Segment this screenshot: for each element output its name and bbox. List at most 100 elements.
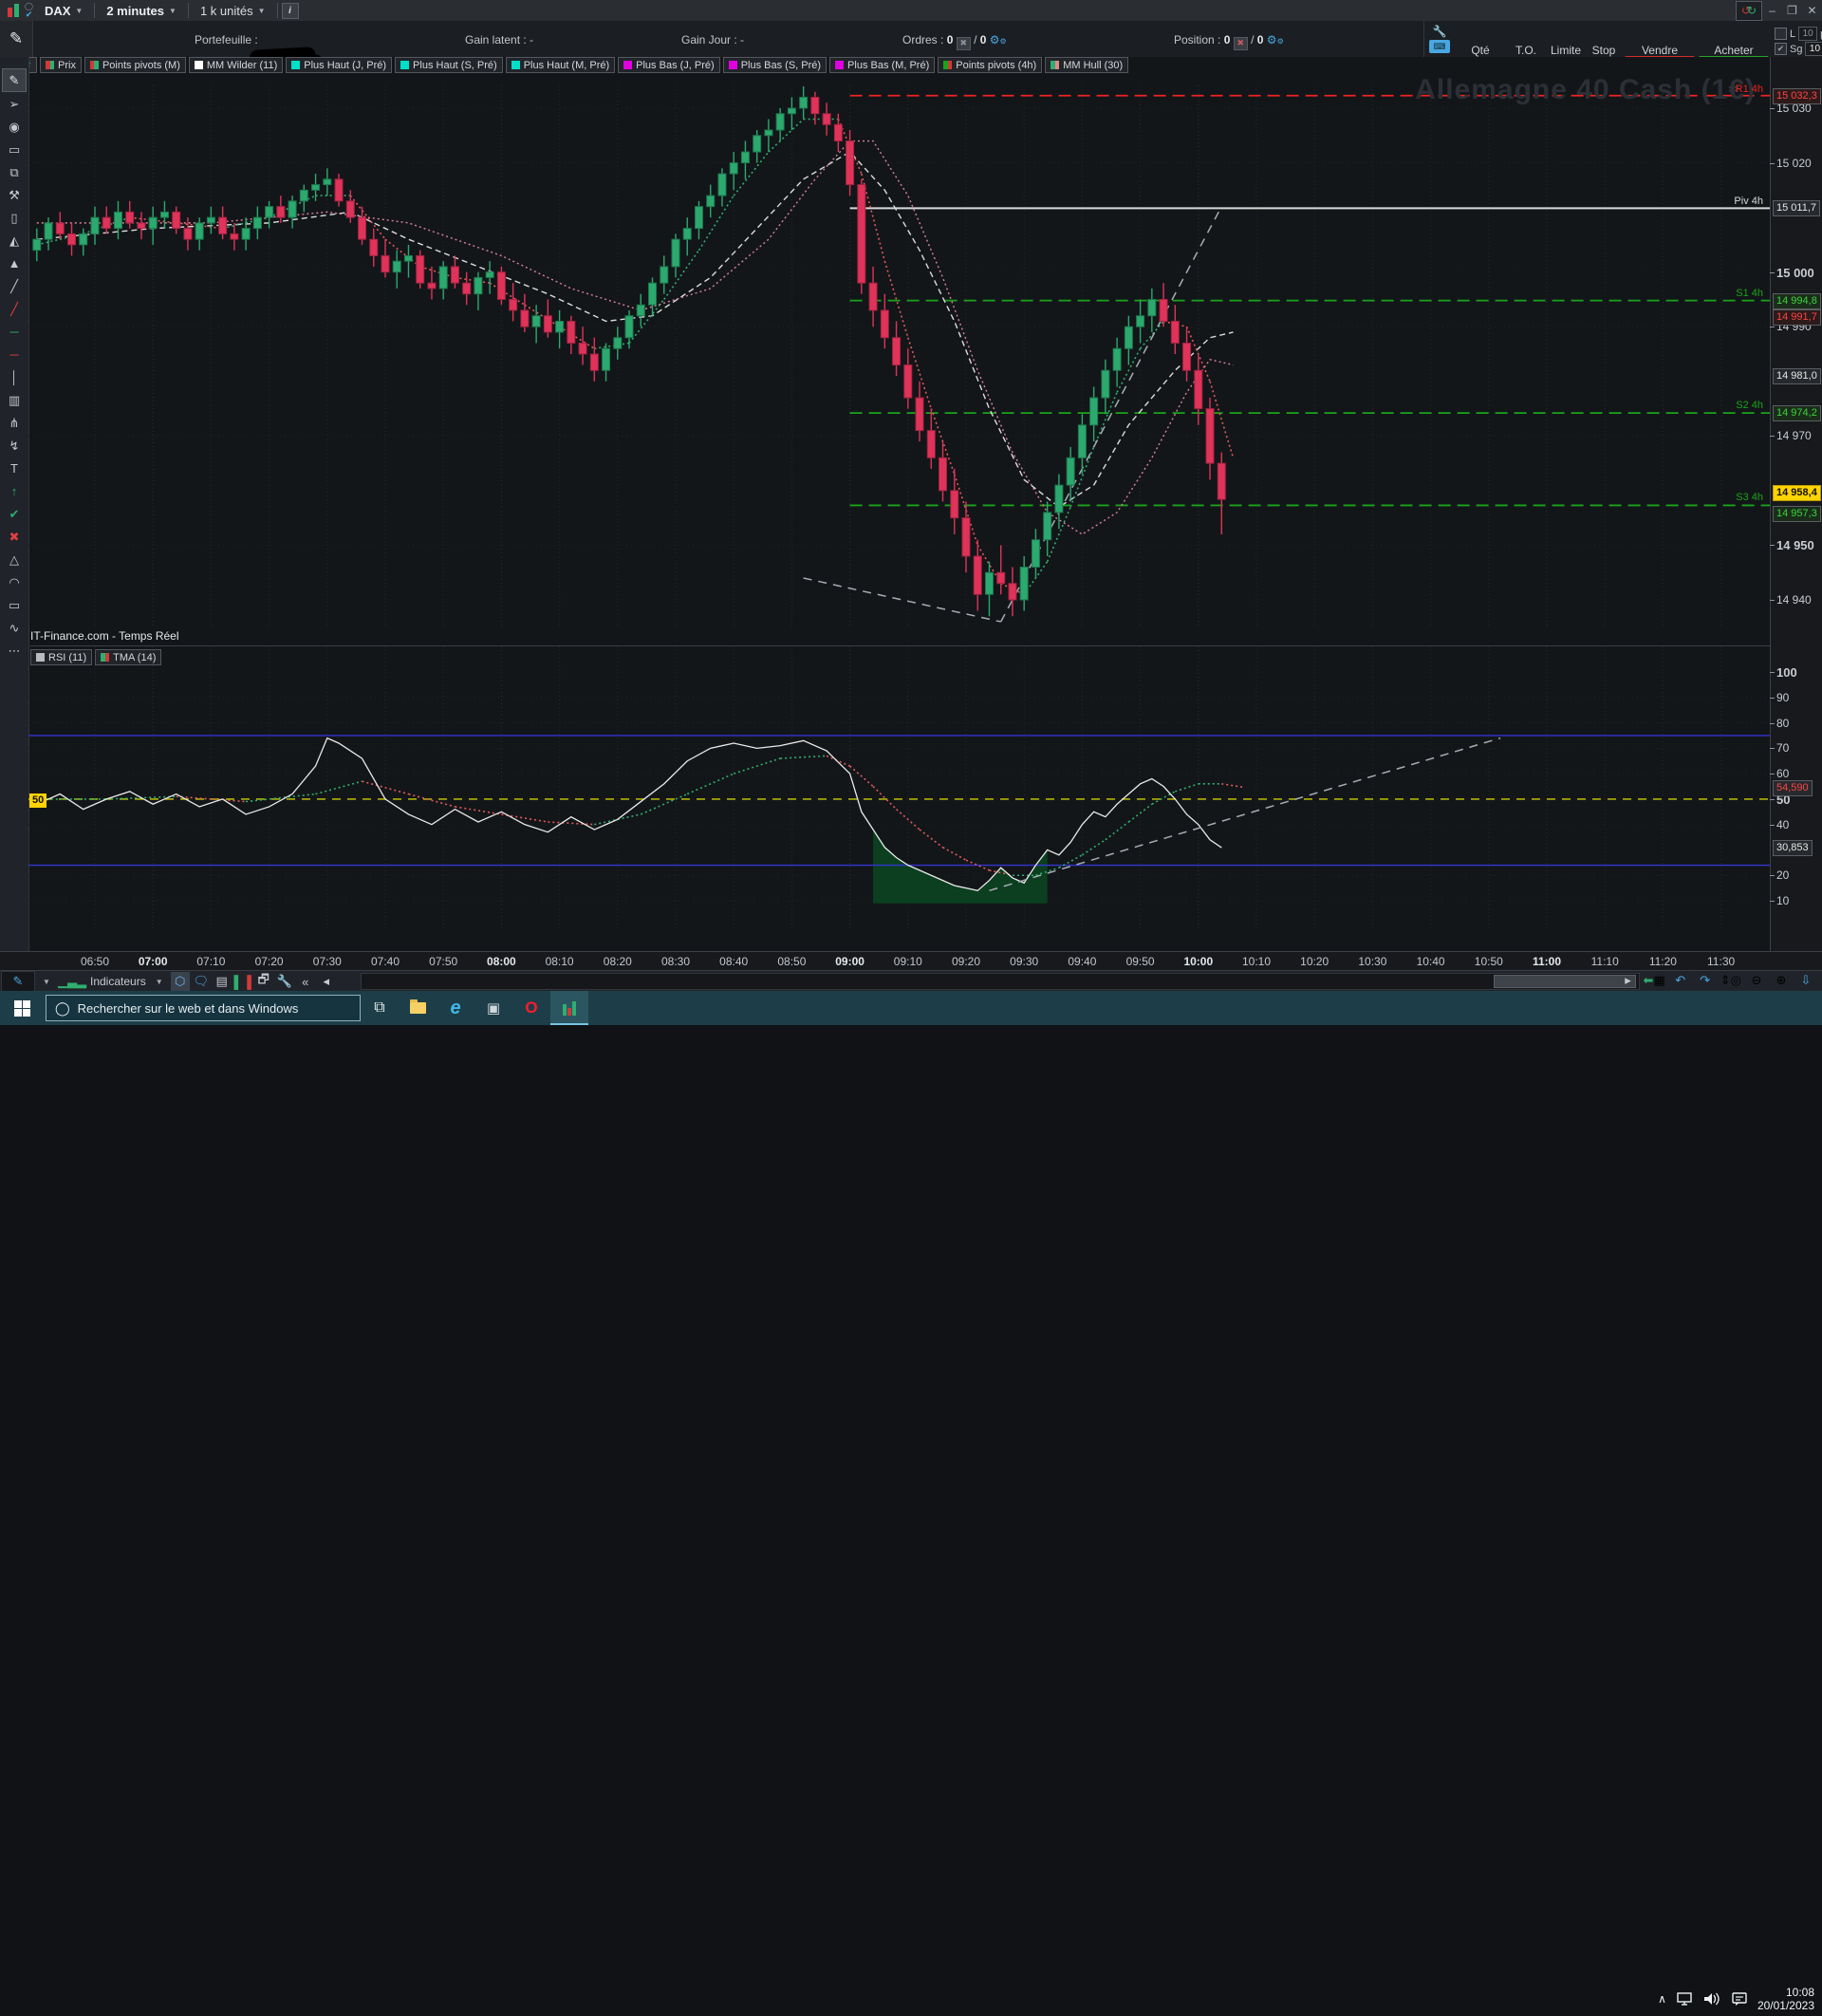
zoom-out-icon[interactable]: ⊖	[1747, 971, 1766, 990]
edge-browser-icon[interactable]: e	[437, 991, 474, 1025]
chat-icon[interactable]: 🗨	[192, 972, 211, 991]
indicators-icon[interactable]: ▁▃▂	[58, 972, 86, 991]
zoom-fit-icon[interactable]: ⇕◎	[1720, 971, 1741, 990]
trendline-tool-icon[interactable]: ╱	[3, 275, 26, 297]
pencil-tool-icon[interactable]: ✎	[2, 68, 27, 92]
edit-orders-icon[interactable]: ✎	[0, 21, 33, 57]
volume-icon[interactable]	[1702, 1991, 1721, 2007]
validate-tool-icon[interactable]: ✔	[3, 503, 26, 525]
prorealtime-app-icon[interactable]	[550, 991, 588, 1025]
orders-settings-icon[interactable]: ⚙⚙	[990, 33, 1007, 47]
main-price-chart[interactable]	[28, 57, 1770, 646]
position-settings-icon[interactable]: ⚙⚙	[1267, 33, 1284, 47]
cone-tool-icon[interactable]: ▲	[3, 252, 26, 274]
scroll-left-button[interactable]: ◂	[317, 972, 336, 991]
store-icon[interactable]: ▣	[474, 991, 512, 1025]
indicators-button[interactable]: Indicateurs	[90, 975, 146, 988]
file-explorer-icon[interactable]	[399, 991, 437, 1025]
delete-tool-icon[interactable]: ✖	[3, 526, 26, 548]
pattern-tool-icon[interactable]: ▥	[3, 389, 26, 411]
minimize-button[interactable]: –	[1765, 4, 1779, 17]
time-axis[interactable]: 06:5007:0007:1007:2007:3007:4007:5008:00…	[0, 951, 1822, 971]
duplicate-tool-icon[interactable]: ⧉	[3, 161, 26, 183]
chart-workspace: ✎➢◉▭⧉⚒▯◭▲╱╱──│▥⋔↯T↑✔✖△◠▭∿⋯ Allemagne 40 …	[0, 57, 1822, 991]
limit-header: Limite	[1547, 44, 1585, 57]
text-tool-icon[interactable]: T	[3, 457, 26, 479]
tray-expand-icon[interactable]: ∧	[1658, 1992, 1666, 2006]
indicators-caret[interactable]: ▼	[150, 972, 169, 991]
keyboard-icon[interactable]: ⌨	[1429, 40, 1450, 53]
triangle-tool-icon[interactable]: △	[3, 549, 26, 570]
stop-option-row: ✔Sg 10pts	[1775, 42, 1822, 56]
zoom-tool-icon[interactable]: ◉	[3, 116, 26, 138]
indicator-value-label: 54,590	[1773, 780, 1813, 796]
undo-icon[interactable]: ↶	[1671, 971, 1690, 990]
price-level-label: 14 991,7	[1773, 309, 1821, 326]
redo-icon[interactable]: ↷	[1696, 971, 1715, 990]
zoom-in-icon[interactable]: ⊕	[1772, 971, 1791, 990]
taskbar-search-input[interactable]: ◯ Rechercher sur le web et dans Windows	[46, 995, 361, 1021]
share-icon[interactable]: ⬡	[171, 972, 190, 991]
arc-tool-icon[interactable]: ◠	[3, 571, 26, 593]
scroll-right-button[interactable]: ▸	[1619, 971, 1638, 990]
trash-tool-icon[interactable]: ▯	[3, 207, 26, 229]
time-tick: 08:30	[661, 955, 690, 968]
goto-date-icon[interactable]: ⬅▦	[1644, 971, 1665, 990]
network-icon[interactable]	[1676, 1991, 1693, 2007]
compress-scale-icon[interactable]: ⇩	[1796, 971, 1815, 990]
pitchfork-tool-icon[interactable]: ⋔	[3, 412, 26, 434]
titlebar: ◯✔ DAX▼ 2 minutes▼ 1 k unités▼ i ↺↻ – ❐ …	[0, 0, 1822, 22]
ruler-tool-icon[interactable]: ▭	[3, 139, 26, 160]
price-level-label: 14 957,3	[1773, 506, 1821, 522]
cursor-tool-icon[interactable]: ➢	[3, 93, 26, 115]
impulse-tool-icon[interactable]: ↯	[3, 435, 26, 457]
draw-tool-caret[interactable]: ▼	[37, 972, 56, 991]
taskbar-clock[interactable]: 10:08 20/01/2023	[1757, 1986, 1814, 2012]
chart-settings-icon[interactable]: 🔧	[275, 972, 294, 991]
time-tick: 08:20	[604, 955, 632, 968]
maximize-button[interactable]: ❐	[1785, 4, 1799, 17]
draw-tool-icon[interactable]: ✎	[1, 971, 35, 992]
time-tick: 08:50	[777, 955, 806, 968]
arrow-up-tool-icon[interactable]: ↑	[3, 480, 26, 502]
order-book-icon[interactable]: ▌▐	[233, 972, 252, 991]
time-tick: 10:00	[1183, 955, 1213, 968]
sg-pts-input[interactable]: 10	[1805, 42, 1822, 56]
more-tools-icon[interactable]: ⋯	[3, 640, 26, 662]
close-position-icon[interactable]: ✖	[1234, 37, 1248, 50]
opera-browser-icon[interactable]: O	[512, 991, 550, 1025]
time-tick: 10:30	[1358, 955, 1386, 968]
l-pts-input[interactable]: 10	[1798, 27, 1817, 41]
price-axis[interactable]: 15 03015 02015 00014 99014 97014 95014 9…	[1770, 57, 1822, 951]
trendline-red-tool-icon[interactable]: ╱	[3, 298, 26, 320]
shapes-tool-icon[interactable]: ◭	[3, 230, 26, 252]
position-status: Position : 0 ✖ / 0 ⚙⚙	[1174, 33, 1284, 50]
collapse-toolbar-button[interactable]: «	[296, 972, 315, 991]
chart-scrollbar[interactable]	[361, 973, 1640, 990]
horizontal-line-green-tool-icon[interactable]: ─	[3, 321, 26, 343]
timeframe-dropdown[interactable]: 2 minutes▼	[99, 0, 184, 21]
rectangle-tool-icon[interactable]: ▭	[3, 594, 26, 616]
l-checkbox[interactable]	[1775, 28, 1787, 40]
link-windows-icon[interactable]: ◯✔	[25, 2, 33, 19]
close-button[interactable]: ✕	[1805, 4, 1819, 17]
sg-checkbox[interactable]: ✔	[1775, 43, 1787, 55]
horizontal-line-red-tool-icon[interactable]: ─	[3, 344, 26, 365]
action-center-icon[interactable]	[1731, 1991, 1748, 2007]
wrench-icon[interactable]: 🔧	[1429, 24, 1450, 38]
cancel-orders-icon[interactable]: ✖	[957, 37, 971, 50]
sync-icon[interactable]: ↺↻	[1736, 1, 1762, 21]
wave-tool-icon[interactable]: ∿	[3, 617, 26, 639]
task-view-icon[interactable]: ⧉	[361, 991, 399, 1025]
units-dropdown[interactable]: 1 k unités▼	[193, 0, 273, 21]
chart-scrollbar-thumb[interactable]	[1494, 975, 1636, 988]
tools-settings-icon[interactable]: ⚒	[3, 184, 26, 206]
info-button[interactable]: i	[282, 3, 299, 19]
start-button[interactable]	[0, 991, 44, 1025]
vertical-line-tool-icon[interactable]: │	[3, 366, 26, 388]
detached-chart-icon[interactable]: 🗗	[254, 972, 273, 991]
time-tick: 07:10	[196, 955, 225, 968]
rsi-indicator-panel[interactable]	[28, 646, 1770, 951]
instrument-dropdown[interactable]: DAX▼	[37, 0, 90, 21]
export-document-icon[interactable]: ▤	[213, 972, 232, 991]
